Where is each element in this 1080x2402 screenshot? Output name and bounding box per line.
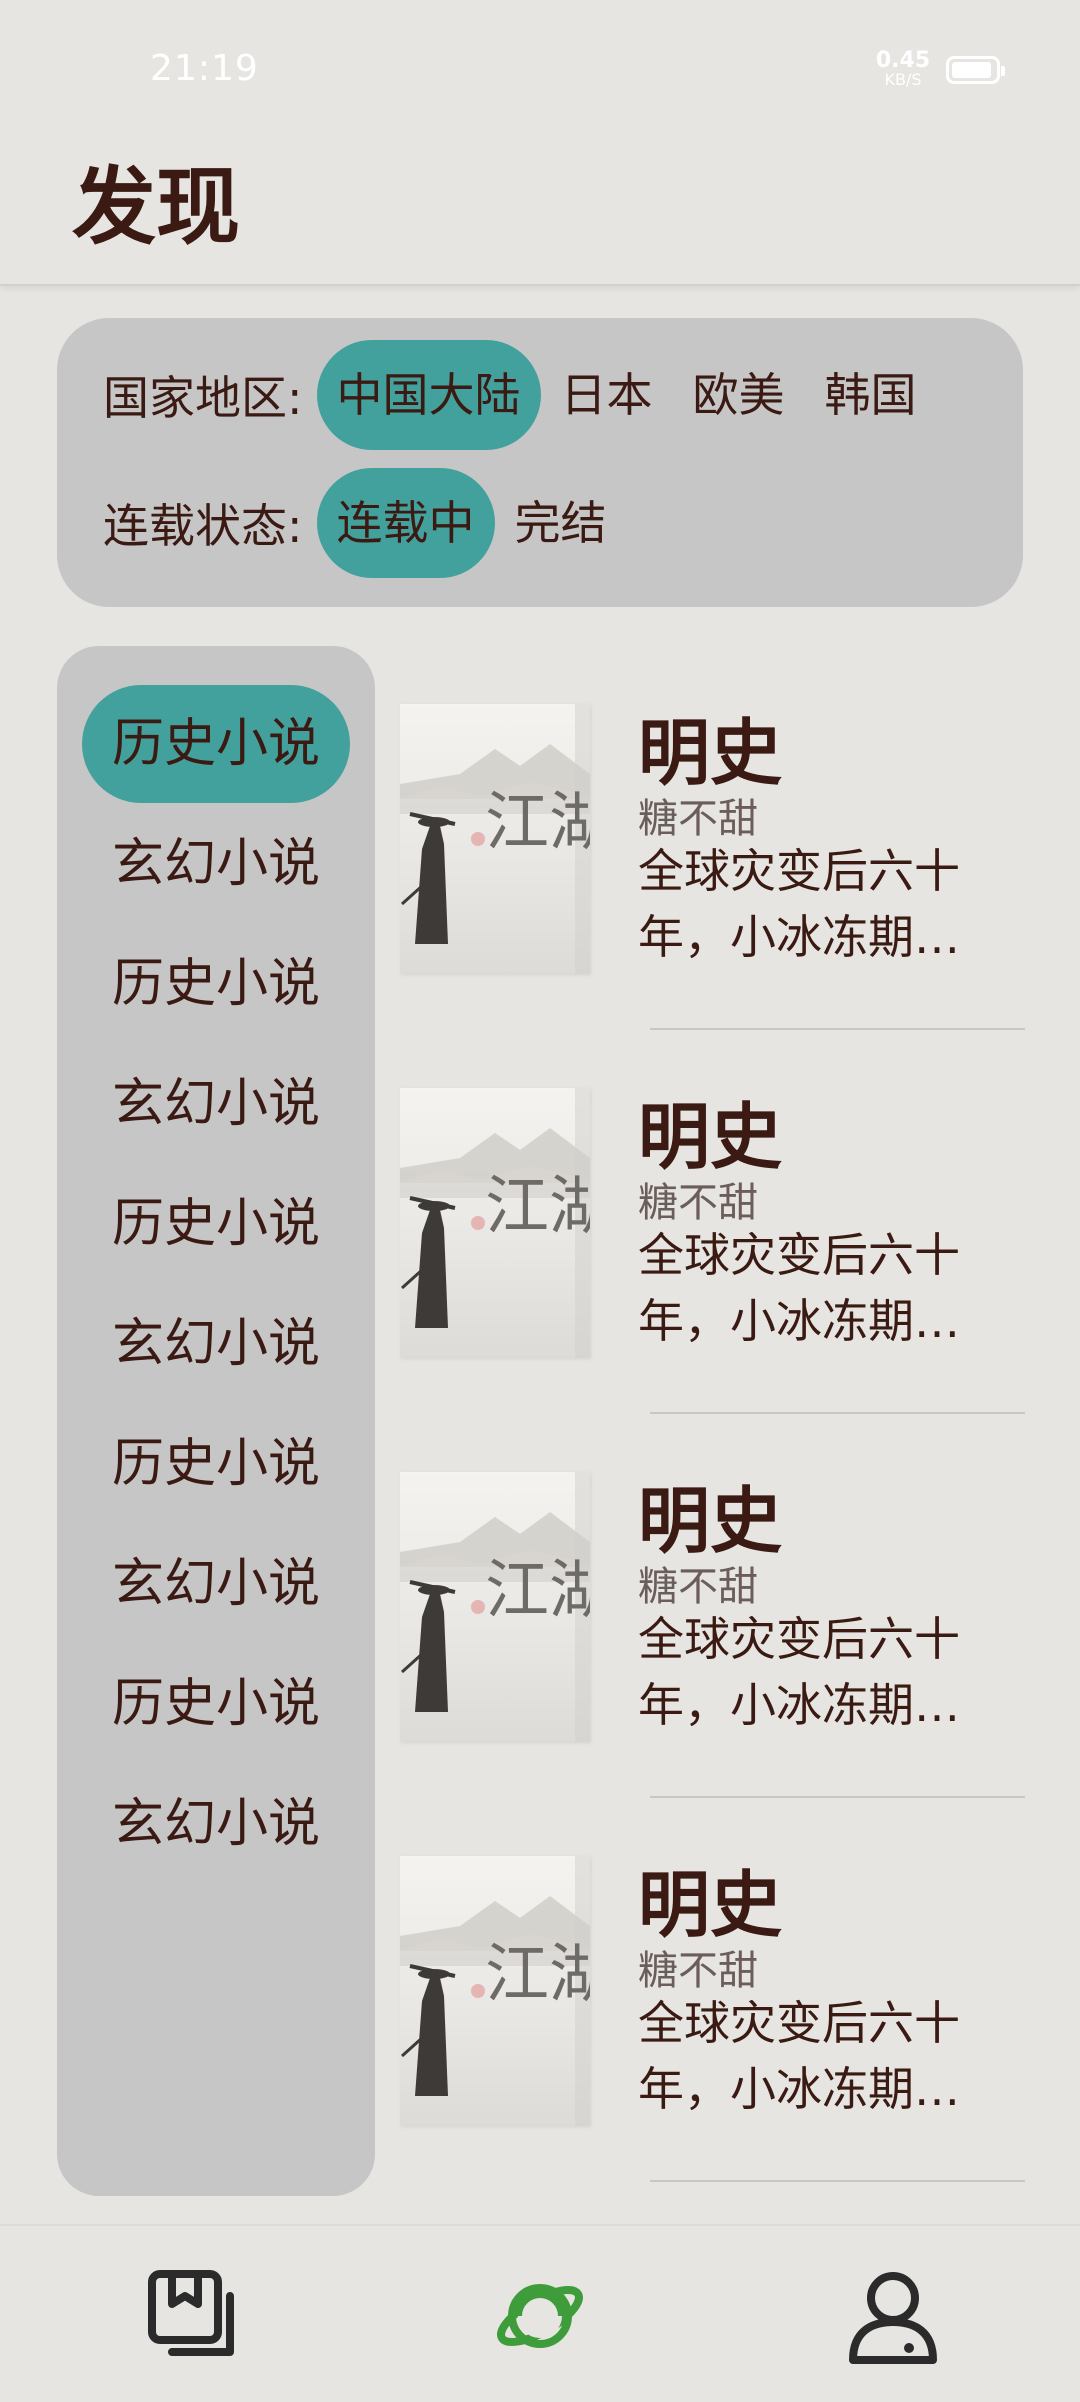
book-cover-image: 江湖 — [400, 1088, 590, 1358]
book-cover-text: 江湖 — [485, 786, 590, 860]
category-item[interactable]: 玄幻小说 — [82, 1765, 350, 1883]
nav-profile-button[interactable] — [843, 2266, 943, 2366]
planet-icon — [497, 2284, 583, 2348]
category-item[interactable]: 玄幻小说 — [82, 1525, 350, 1643]
book-author: 糖不甜 — [638, 1948, 758, 1994]
category-item[interactable]: 玄幻小说 — [82, 1285, 350, 1403]
region-chip-korea[interactable]: 韩国 — [805, 340, 937, 450]
category-item[interactable]: 历史小说 — [82, 1645, 350, 1763]
book-description: 全球灾变后六十年，小冰冻期… — [638, 1996, 960, 2116]
region-chip-japan[interactable]: 日本 — [541, 340, 673, 450]
book-title: 明史 — [638, 1863, 783, 1947]
profile-icon — [849, 2272, 937, 2364]
book-list-item[interactable]: 江湖 明史 糖不甜 全球灾变后六十年，小冰冻期… — [400, 1798, 1025, 2182]
bookshelf-icon — [148, 2270, 234, 2356]
category-sidebar: 历史小说 玄幻小说 历史小说 玄幻小说 历史小说 玄幻小说 历史小说 玄幻小说 … — [57, 646, 375, 2196]
status-filter-label: 连载状态: — [103, 499, 303, 553]
book-description: 全球灾变后六十年，小冰冻期… — [638, 1228, 960, 1348]
filter-panel: 国家地区: 中国大陆 日本 欧美 韩国 连载状态: 连载中 完结 — [57, 318, 1023, 607]
book-list-item[interactable]: 江湖 明史 糖不甜 全球灾变后六十年，小冰冻期… — [400, 1414, 1025, 1798]
book-title: 明史 — [638, 1095, 783, 1179]
region-filter-row: 国家地区: 中国大陆 日本 欧美 韩国 — [103, 340, 937, 450]
book-list-item[interactable]: 江湖 明史 糖不甜 全球灾变后六十年，小冰冻期… — [400, 1030, 1025, 1414]
book-title: 明史 — [638, 1479, 783, 1563]
book-list-item[interactable]: 江湖 明史 糖不甜 全球灾变后六十年，小冰冻期… — [400, 646, 1025, 1030]
category-item[interactable]: 历史小说 — [82, 685, 350, 803]
nav-discover-button[interactable] — [490, 2266, 590, 2366]
book-description: 全球灾变后六十年，小冰冻期… — [638, 844, 960, 964]
category-item[interactable]: 玄幻小说 — [82, 1045, 350, 1163]
book-author: 糖不甜 — [638, 1564, 758, 1610]
status-chip-ongoing[interactable]: 连载中 — [316, 468, 495, 578]
book-cover-image: 江湖 — [400, 1472, 590, 1742]
category-item[interactable]: 历史小说 — [82, 1165, 350, 1283]
page-title: 发现 — [72, 158, 241, 256]
book-author: 糖不甜 — [638, 1180, 758, 1226]
book-cover-image: 江湖 — [400, 1856, 590, 2126]
book-cover-text: 江湖 — [485, 1938, 590, 2012]
status-filter-row: 连载状态: 连载中 完结 — [103, 468, 627, 578]
status-chip-finished[interactable]: 完结 — [495, 468, 627, 578]
book-description: 全球灾变后六十年，小冰冻期… — [638, 1612, 960, 1732]
nav-bookshelf-button[interactable] — [142, 2266, 242, 2366]
book-title: 明史 — [638, 711, 783, 795]
book-cover-text: 江湖 — [485, 1170, 590, 1244]
book-cover-image: 江湖 — [400, 704, 590, 974]
region-chip-west[interactable]: 欧美 — [673, 340, 805, 450]
book-author: 糖不甜 — [638, 796, 758, 842]
category-item[interactable]: 玄幻小说 — [82, 805, 350, 923]
region-filter-label: 国家地区: — [103, 371, 303, 425]
bottom-navigation — [0, 2224, 1080, 2402]
region-chip-mainland[interactable]: 中国大陆 — [316, 340, 541, 450]
category-item[interactable]: 历史小说 — [82, 1405, 350, 1523]
page-header: 发现 — [0, 0, 1080, 286]
book-cover-text: 江湖 — [485, 1554, 590, 1628]
divider — [650, 2180, 1025, 2182]
category-item[interactable]: 历史小说 — [82, 925, 350, 1043]
